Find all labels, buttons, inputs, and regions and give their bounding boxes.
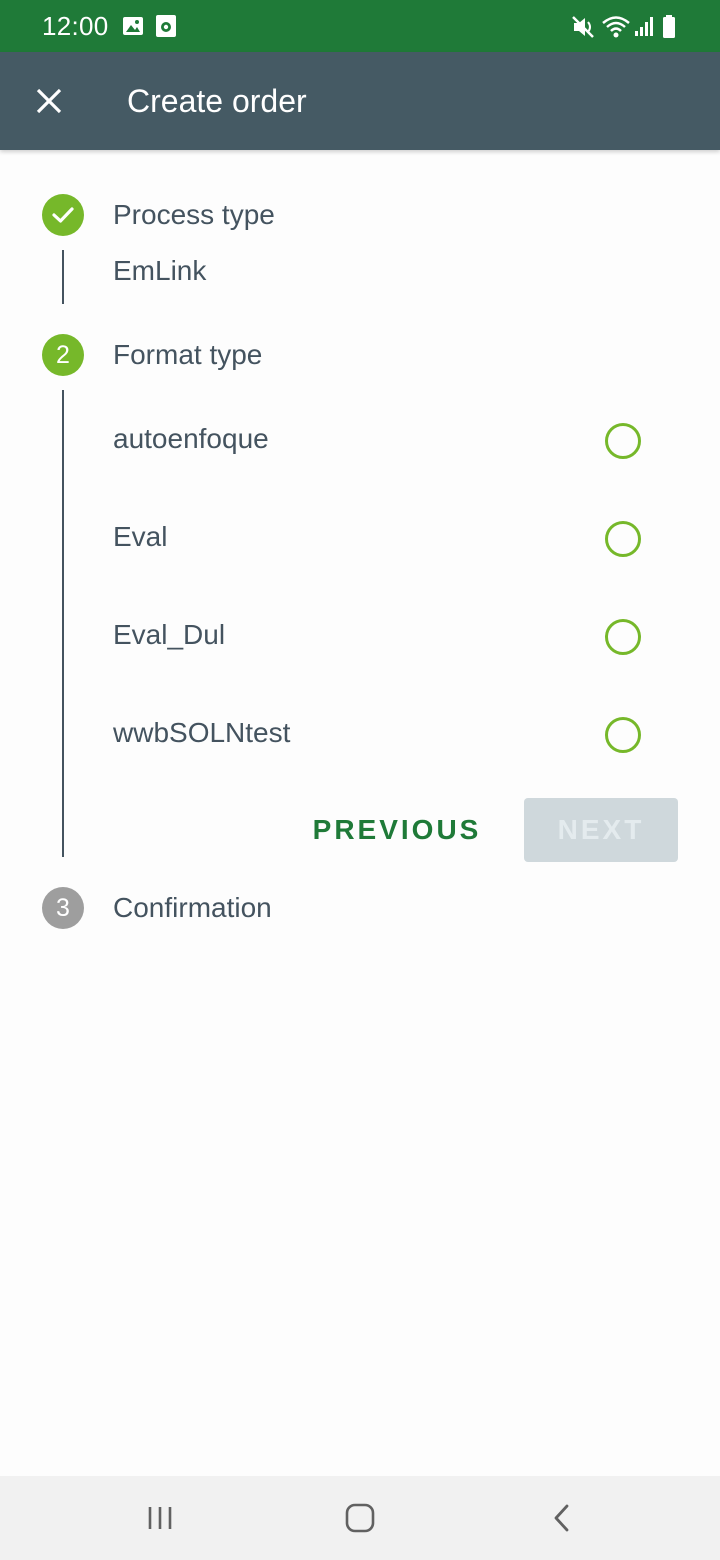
option-label: Eval <box>113 521 168 552</box>
step-3-title: Confirmation <box>113 892 272 923</box>
step-3-number-badge: 3 <box>42 887 84 929</box>
back-icon <box>554 1504 569 1532</box>
app-bar: Create order <box>0 52 720 150</box>
status-bar: 12:00 <box>0 0 720 52</box>
radio-button[interactable] <box>605 423 641 459</box>
step-2-number: 2 <box>56 340 70 369</box>
option-label: Eval_Dul <box>113 619 226 650</box>
step-2-title: Format type <box>113 339 263 370</box>
signal-icon <box>633 14 657 43</box>
recent-apps-icon <box>148 1507 172 1529</box>
step-2-connector <box>62 390 64 857</box>
step-1-title[interactable]: Process type <box>113 199 275 231</box>
home-icon <box>345 1503 375 1533</box>
format-option-autoenfoque[interactable]: autoenfoque <box>100 399 660 481</box>
back-button[interactable] <box>532 1494 592 1542</box>
step-2-number-badge: 2 <box>42 334 84 376</box>
media-icon <box>155 14 177 43</box>
option-label: wwbSOLNtest <box>113 717 291 748</box>
radio-button[interactable] <box>605 717 641 753</box>
step-3-number: 3 <box>56 893 70 922</box>
radio-button[interactable] <box>605 619 641 655</box>
radio-button[interactable] <box>605 521 641 557</box>
step-1-check-icon <box>42 194 84 236</box>
mute-icon <box>571 14 597 45</box>
page-title: Create order <box>127 83 307 119</box>
format-option-eval[interactable]: Eval <box>100 497 660 579</box>
step-1-connector <box>62 250 64 304</box>
system-nav-bar <box>0 1476 720 1560</box>
recent-apps-button[interactable] <box>130 1494 190 1542</box>
format-option-eval-dul[interactable]: Eval_Dul <box>100 595 660 677</box>
format-option-wwbsolntest[interactable]: wwbSOLNtest <box>100 693 660 775</box>
step-1-summary: EmLink <box>113 255 207 286</box>
previous-button[interactable]: PREVIOUS <box>296 798 498 862</box>
close-icon <box>36 88 62 114</box>
next-button[interactable]: NEXT <box>524 798 678 862</box>
status-time: 12:00 <box>42 11 109 41</box>
wifi-icon <box>601 14 631 45</box>
image-icon <box>121 14 145 43</box>
option-label: autoenfoque <box>113 423 269 454</box>
battery-icon <box>661 14 677 45</box>
home-button[interactable] <box>330 1494 390 1542</box>
close-button[interactable] <box>20 72 78 130</box>
